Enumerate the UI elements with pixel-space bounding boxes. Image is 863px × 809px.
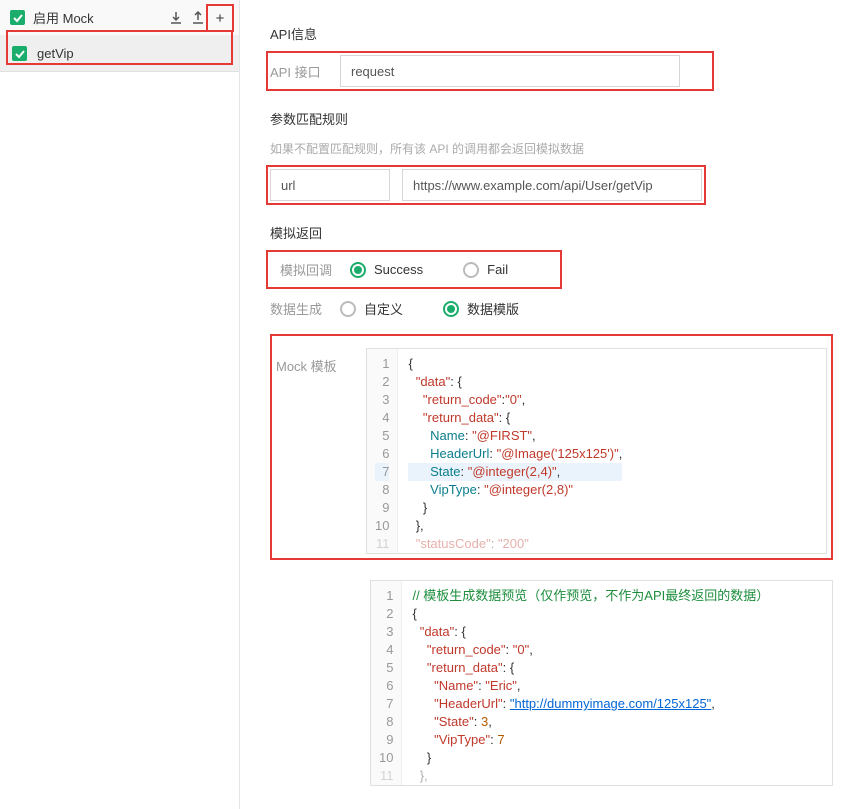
sidebar-item-label: getVip [37, 46, 74, 61]
param-key-input[interactable]: url [270, 169, 390, 201]
api-section-title: API信息 [270, 24, 833, 43]
radio-fail[interactable] [463, 262, 479, 278]
radio-success-label: Success [374, 262, 423, 277]
sidebar-item-checkbox[interactable] [12, 46, 27, 61]
radio-template[interactable] [443, 301, 459, 317]
preview-code: // 模板生成数据预览（仅作预览，不作为API最终返回的数据）{ "data":… [402, 581, 779, 785]
enable-mock-label: 启用 Mock [33, 8, 163, 27]
add-mock-button[interactable] [211, 9, 229, 27]
mock-code-editor[interactable]: 1234567891011 { "data": { "return_code":… [366, 348, 827, 554]
param-value-input[interactable]: https://www.example.com/api/User/getVip [402, 169, 702, 201]
params-hint: 如果不配置匹配规则，所有该 API 的调用都会返回模拟数据 [270, 140, 833, 157]
radio-custom[interactable] [340, 301, 356, 317]
return-section-title: 模拟返回 [270, 223, 833, 242]
gen-row: 数据生成 自定义 数据模版 [270, 299, 833, 318]
enable-mock-checkbox[interactable] [10, 10, 25, 25]
sidebar-item-getvip[interactable]: getVip [0, 36, 239, 72]
preview-code-block: 1234567891011 // 模板生成数据预览（仅作预览，不作为API最终返… [370, 580, 833, 786]
export-icon[interactable] [189, 9, 207, 27]
radio-fail-label: Fail [487, 262, 508, 277]
gen-label: 数据生成 [270, 299, 340, 318]
sidebar: 启用 Mock getVip [0, 0, 240, 809]
radio-template-label: 数据模版 [467, 299, 519, 318]
callback-label: 模拟回调 [280, 260, 350, 279]
api-row: API 接口 request [270, 55, 710, 87]
radio-custom-label: 自定义 [364, 299, 403, 318]
sidebar-header: 启用 Mock [0, 0, 239, 36]
api-input[interactable]: request [340, 55, 680, 87]
import-icon[interactable] [167, 9, 185, 27]
mock-template-block: Mock 模板 1234567891011 { "data": { "retur… [276, 348, 827, 554]
main-panel: API信息 API 接口 request 参数匹配规则 如果不配置匹配规则，所有… [240, 0, 863, 809]
mock-code[interactable]: { "data": { "return_code":"0", "return_d… [398, 349, 632, 553]
param-row: url https://www.example.com/api/User/get… [270, 169, 702, 201]
callback-row: 模拟回调 Success Fail [280, 260, 548, 279]
params-section-title: 参数匹配规则 [270, 109, 833, 128]
api-label: API 接口 [270, 62, 340, 81]
radio-success[interactable] [350, 262, 366, 278]
mock-template-label: Mock 模板 [276, 348, 366, 375]
